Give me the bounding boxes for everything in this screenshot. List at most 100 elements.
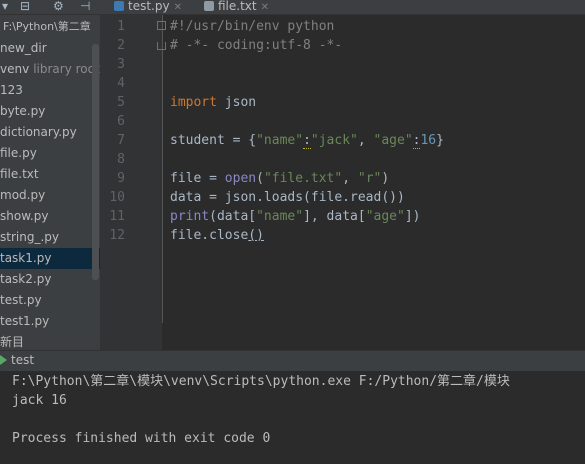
code-token: data = json.loads(file.read()) xyxy=(170,190,405,205)
code-token: , xyxy=(357,133,374,148)
run-icon[interactable] xyxy=(0,355,7,365)
dropdown-arrow-icon[interactable]: ▾ xyxy=(2,0,8,13)
code-line: # -*- coding:utf-8 -*- xyxy=(170,36,342,55)
line-number: 7 xyxy=(117,133,125,148)
project-item[interactable]: show.py xyxy=(0,206,100,227)
code-token: "jack" xyxy=(310,133,358,148)
project-root[interactable]: ▾ F:\Python\第二章 xyxy=(0,16,100,37)
code-token: json xyxy=(216,95,257,110)
project-item-label: task2.py xyxy=(0,272,52,286)
project-item-label: test1.py xyxy=(0,314,50,328)
project-item-label: venv xyxy=(0,62,30,76)
line-number: 2 xyxy=(117,38,125,53)
code-line: data = json.loads(file.read()) xyxy=(170,188,405,207)
code-token: 16 xyxy=(420,133,437,148)
console-line: F:\Python\第二章\模块\venv\Scripts\python.exe… xyxy=(12,374,510,389)
line-number: 10 xyxy=(109,190,125,205)
line-number: 3 xyxy=(117,57,125,72)
project-item[interactable]: task2.py xyxy=(0,269,100,290)
code-token: # -*- coding:utf-8 -*- xyxy=(170,38,343,53)
project-item[interactable]: file.py xyxy=(0,143,100,164)
text-file-icon xyxy=(204,1,214,11)
project-item-label: string_.py xyxy=(0,230,59,244)
code-line: #!/usr/bin/env python xyxy=(170,17,334,36)
project-item[interactable]: venv library root xyxy=(0,59,100,80)
line-number: 12 xyxy=(109,228,125,243)
code-token: ]) xyxy=(404,209,421,224)
code-token: ( xyxy=(256,171,264,186)
project-item[interactable]: string_.py xyxy=(0,227,100,248)
editor-tab-bar: test.py ✕ file.txt ✕ xyxy=(100,0,585,15)
run-console[interactable]: F:\Python\第二章\模块\venv\Scripts\python.exe… xyxy=(0,371,585,464)
code-token: open xyxy=(224,171,257,186)
code-token: (data[ xyxy=(209,209,257,224)
project-item[interactable]: dictionary.py xyxy=(0,122,100,143)
code-token: file = xyxy=(170,171,225,186)
project-item-label: file.txt xyxy=(0,167,39,181)
project-item[interactable]: test1.py xyxy=(0,311,100,332)
project-item-note: library root xyxy=(33,62,100,76)
gutter-divider xyxy=(162,15,163,323)
project-item-label: test.py xyxy=(0,293,42,307)
line-number: 8 xyxy=(117,152,125,167)
code-line: print(data["name"], data["age"]) xyxy=(170,207,421,226)
tab-test-py[interactable]: test.py ✕ xyxy=(108,0,188,14)
code-line: file = open("file.txt", "r") xyxy=(170,169,389,188)
project-item[interactable]: test.py xyxy=(0,290,100,311)
code-line: file.close() xyxy=(170,226,264,245)
run-tab-label[interactable]: test xyxy=(11,352,34,368)
code-token: print xyxy=(170,209,210,224)
project-item[interactable]: new_dir xyxy=(0,38,100,59)
project-item-label: byte.py xyxy=(0,104,46,118)
python-file-icon xyxy=(114,1,124,11)
code-token: file.close xyxy=(170,228,249,243)
code-token: } xyxy=(436,133,444,148)
code-line: student = {"name":"jack", "age":16} xyxy=(170,131,444,150)
console-line: jack 16 xyxy=(12,393,67,408)
line-number: 1 xyxy=(117,19,125,34)
run-tool-bar xyxy=(0,350,585,372)
project-panel: ▾ ⊟ ⚙ ⊣ ▾ F:\Python\第二章 new_dirvenvlibra… xyxy=(0,0,100,350)
project-item-label: show.py xyxy=(0,209,49,223)
code-token: student = { xyxy=(170,133,257,148)
project-item-label: task1.py xyxy=(0,251,52,265)
project-item[interactable]: task1.py xyxy=(0,248,100,269)
code-token: , xyxy=(342,171,358,186)
tab-label: file.txt xyxy=(218,0,257,13)
fold-end-icon[interactable] xyxy=(157,42,166,50)
project-item[interactable]: byte.py xyxy=(0,101,100,122)
collapse-all-icon[interactable]: ⊟ xyxy=(20,0,30,13)
code-token: "name" xyxy=(256,209,304,224)
project-item[interactable]: mod.py xyxy=(0,185,100,206)
gear-icon[interactable]: ⚙ xyxy=(53,0,64,13)
line-number: 6 xyxy=(117,114,125,129)
project-item[interactable]: 123 xyxy=(0,80,100,101)
project-item-label: file.py xyxy=(0,146,37,160)
project-item-label: dictionary.py xyxy=(0,125,77,139)
code-token: () xyxy=(248,228,264,243)
project-item[interactable]: 新目 xyxy=(0,332,100,350)
line-number: 4 xyxy=(117,76,125,91)
code-token: ) xyxy=(381,171,390,186)
project-toolbar: ▾ ⊟ ⚙ ⊣ xyxy=(0,0,100,15)
code-token: "name" xyxy=(256,133,304,148)
project-item-label: 123 xyxy=(0,83,23,97)
code-token: "file.txt" xyxy=(263,171,343,186)
close-icon[interactable]: ✕ xyxy=(174,2,182,14)
code-line: import json xyxy=(170,93,256,112)
tab-file-txt[interactable]: file.txt ✕ xyxy=(198,0,275,14)
root-path: F:\Python\第二章 xyxy=(3,20,91,33)
code-token: ], data[ xyxy=(303,209,366,224)
code-token: "age" xyxy=(373,133,413,148)
project-item-label: mod.py xyxy=(0,188,46,202)
project-item[interactable]: file.txt xyxy=(0,164,100,185)
code-token: "r" xyxy=(357,171,382,186)
console-line: Process finished with exit code 0 xyxy=(12,431,271,446)
hide-panel-icon[interactable]: ⊣ xyxy=(80,0,90,13)
close-icon[interactable]: ✕ xyxy=(261,2,269,14)
code-token: "age" xyxy=(365,209,405,224)
project-scrollbar[interactable] xyxy=(92,44,99,280)
line-number: 9 xyxy=(117,171,125,186)
line-number: 11 xyxy=(109,209,125,224)
fold-start-icon[interactable] xyxy=(157,21,166,30)
